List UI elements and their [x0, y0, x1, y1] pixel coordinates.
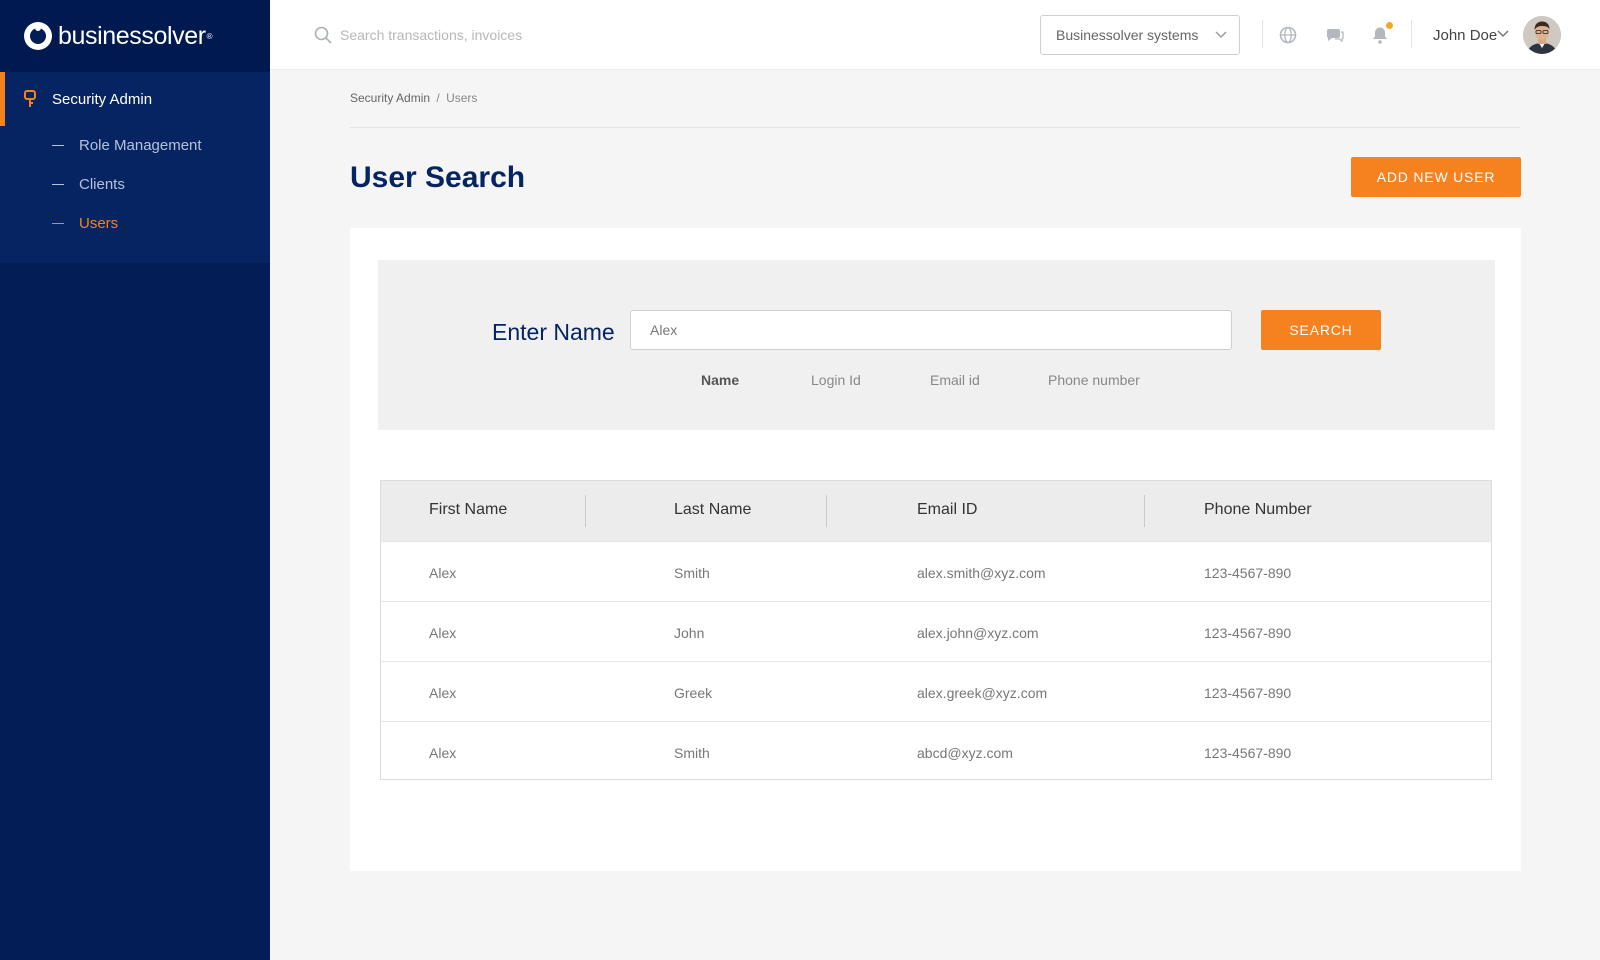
search-panel: Enter Name SEARCH Name Login Id Email id…: [378, 260, 1495, 430]
chat-icon[interactable]: [1325, 25, 1345, 45]
cell-first-name: Alex: [429, 685, 457, 701]
sidebar-item-security-admin[interactable]: Security Admin: [0, 72, 270, 126]
breadcrumb: Security Admin / Users: [350, 91, 477, 105]
cell-first-name: Alex: [429, 625, 457, 641]
chevron-down-icon: [1215, 31, 1227, 38]
user-search-card: Enter Name SEARCH Name Login Id Email id…: [350, 228, 1521, 871]
column-divider: [585, 495, 586, 527]
breadcrumb-parent[interactable]: Security Admin: [350, 91, 430, 105]
table-header: First Name Last Name Email ID Phone Numb…: [381, 481, 1491, 541]
cell-email: abcd@xyz.com: [917, 745, 1013, 761]
topbar-divider: [1411, 20, 1412, 48]
cell-phone: 123-4567-890: [1204, 685, 1292, 701]
sidebar-item-users[interactable]: Users: [0, 204, 270, 243]
table-row[interactable]: Alex Smith alex.smith@xyz.com 123-4567-8…: [381, 541, 1491, 601]
enter-name-label: Enter Name: [492, 319, 615, 345]
dash-icon: [52, 223, 64, 224]
search-button[interactable]: SEARCH: [1261, 310, 1381, 350]
chevron-down-icon[interactable]: [1497, 30, 1509, 38]
name-search-input[interactable]: [630, 310, 1232, 350]
table-row[interactable]: Alex Greek alex.greek@xyz.com 123-4567-8…: [381, 661, 1491, 721]
filter-option-login-id[interactable]: Login Id: [811, 372, 861, 388]
organization-select[interactable]: Businessolver systems: [1040, 15, 1240, 55]
filter-option-name[interactable]: Name: [701, 372, 739, 388]
cell-first-name: Alex: [429, 745, 457, 761]
cell-last-name: Smith: [674, 745, 710, 761]
sidebar-item-clients[interactable]: Clients: [0, 165, 270, 204]
topbar-divider: [1262, 20, 1263, 48]
cell-email: alex.smith@xyz.com: [917, 565, 1046, 581]
table-row[interactable]: Alex John alex.john@xyz.com 123-4567-890: [381, 601, 1491, 661]
sidebar-item-role-management[interactable]: Role Management: [0, 126, 270, 165]
brand-trademark: ®: [206, 31, 213, 41]
globe-icon[interactable]: [1278, 25, 1298, 45]
header-divider: [350, 127, 1520, 128]
sidebar-nav: Security Admin Role Management Clients U…: [0, 72, 270, 263]
column-divider: [826, 495, 827, 527]
brand-name: businessolver: [58, 21, 206, 50]
breadcrumb-separator: /: [436, 91, 440, 105]
filter-option-email-id[interactable]: Email id: [930, 372, 980, 388]
column-header-last-name[interactable]: Last Name: [674, 501, 751, 519]
dash-icon: [52, 145, 64, 146]
dash-icon: [52, 184, 64, 185]
user-name[interactable]: John Doe: [1433, 27, 1497, 44]
key-icon: [24, 90, 36, 107]
results-table: First Name Last Name Email ID Phone Numb…: [380, 480, 1492, 780]
notification-badge: [1386, 22, 1393, 29]
user-avatar-icon: [1523, 16, 1561, 54]
sidebar-item-label: Role Management: [79, 137, 202, 154]
page-title: User Search: [350, 161, 526, 194]
sidebar-item-label: Users: [79, 215, 119, 232]
cell-first-name: Alex: [429, 565, 457, 581]
sidebar: businessolver ® Security Admin Role Mana…: [0, 0, 270, 960]
column-header-email-id[interactable]: Email ID: [917, 501, 977, 519]
sidebar-section-label: Security Admin: [52, 90, 153, 108]
brand-logo-mark-icon: [24, 22, 52, 50]
cell-phone: 123-4567-890: [1204, 625, 1292, 641]
add-new-user-button[interactable]: ADD NEW USER: [1351, 157, 1521, 197]
cell-last-name: Greek: [674, 685, 713, 701]
global-search-input[interactable]: [340, 20, 680, 50]
cell-email: alex.greek@xyz.com: [917, 685, 1048, 701]
top-bar: Businessolver systems John Doe: [270, 0, 1600, 70]
cell-phone: 123-4567-890: [1204, 565, 1292, 581]
search-icon: [314, 26, 332, 44]
table-row[interactable]: Alex Smith abcd@xyz.com 123-4567-890: [381, 721, 1491, 781]
column-header-phone-number[interactable]: Phone Number: [1204, 501, 1312, 519]
cell-last-name: Smith: [674, 565, 710, 581]
brand-logo[interactable]: businessolver ®: [0, 0, 270, 72]
sidebar-item-label: Clients: [79, 176, 125, 193]
filter-option-phone-number[interactable]: Phone number: [1048, 372, 1140, 388]
organization-select-value: Businessolver systems: [1056, 27, 1199, 43]
column-header-first-name[interactable]: First Name: [429, 501, 507, 519]
breadcrumb-current: Users: [446, 91, 478, 105]
cell-last-name: John: [674, 625, 705, 641]
column-divider: [1144, 495, 1145, 527]
cell-email: alex.john@xyz.com: [917, 625, 1039, 641]
avatar[interactable]: [1523, 16, 1561, 54]
cell-phone: 123-4567-890: [1204, 745, 1292, 761]
